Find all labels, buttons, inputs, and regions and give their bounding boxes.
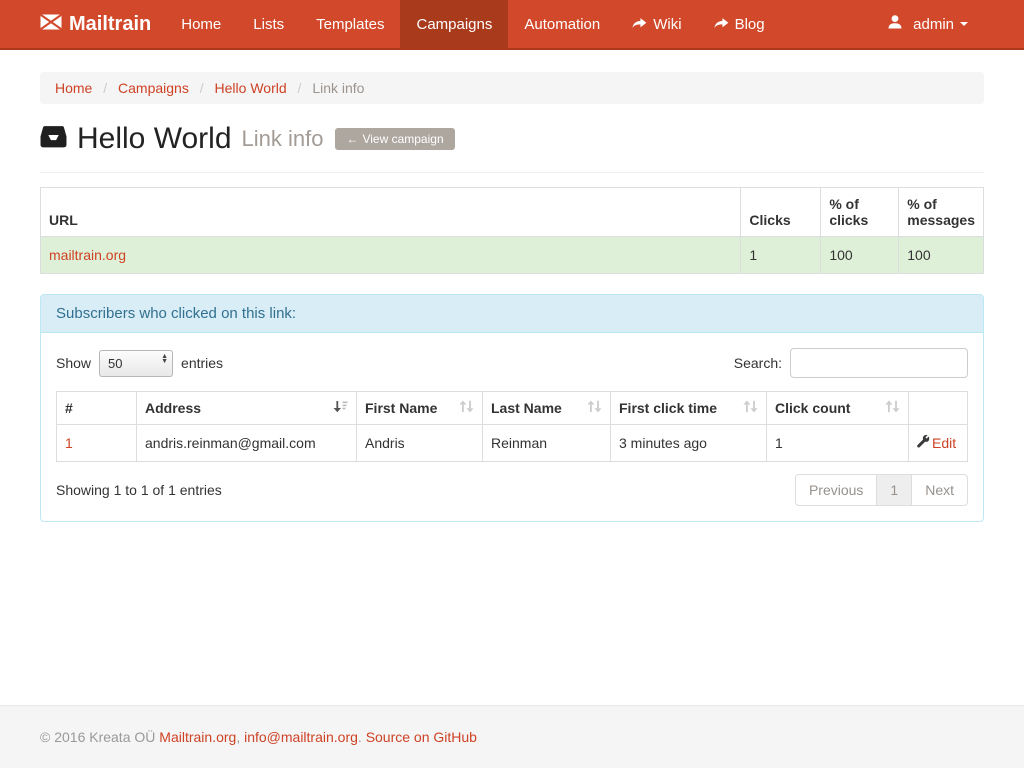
share-arrow-icon <box>714 16 735 33</box>
col-index[interactable]: # <box>57 392 137 425</box>
col-pct-messages: % of messages <box>899 188 984 237</box>
clicks-value: 1 <box>741 237 821 274</box>
nav-item-home[interactable]: Home <box>165 0 237 48</box>
sort-both-icon <box>743 400 758 416</box>
panel-title: Subscribers who clicked on this link: <box>41 295 983 333</box>
col-url: URL <box>41 188 741 237</box>
footer-separator: , <box>236 729 244 745</box>
user-menu[interactable]: admin <box>872 0 984 48</box>
pagination: Previous 1 Next <box>795 474 968 506</box>
page-size-select[interactable]: 50 <box>99 350 173 377</box>
row-last-name: Reinman <box>483 425 611 462</box>
breadcrumb-separator: / <box>291 80 309 96</box>
row-first-click-time: 3 minutes ago <box>611 425 767 462</box>
subscribers-panel: Subscribers who clicked on this link: Sh… <box>40 294 984 522</box>
subscriber-row: 1 andris.reinman@gmail.com Andris Reinma… <box>57 425 968 462</box>
breadcrumb-separator: / <box>193 80 211 96</box>
breadcrumb-separator: / <box>96 80 114 96</box>
subscribers-header-row: # Address <box>57 392 968 425</box>
url-stats-table: URL Clicks % of clicks % of messages mai… <box>40 187 984 274</box>
footer-site-link[interactable]: Mailtrain.org <box>159 729 236 745</box>
breadcrumb-home[interactable]: Home <box>55 80 92 96</box>
pct-clicks-value: 100 <box>821 237 899 274</box>
show-label: Show <box>56 355 91 371</box>
top-navbar: Mailtrain Home Lists Templates Campaigns… <box>0 0 1024 50</box>
url-table-header-row: URL Clicks % of clicks % of messages <box>41 188 984 237</box>
entries-label: entries <box>181 355 223 371</box>
pagination-page-1[interactable]: 1 <box>876 474 912 506</box>
table-summary: Showing 1 to 1 of 1 entries <box>56 474 222 498</box>
col-last-name[interactable]: Last Name <box>483 392 611 425</box>
brand-link[interactable]: Mailtrain <box>40 0 165 48</box>
row-address: andris.reinman@gmail.com <box>137 425 357 462</box>
footer-source-link[interactable]: Source on GitHub <box>366 729 477 745</box>
col-first-name[interactable]: First Name <box>357 392 483 425</box>
wrench-icon <box>917 435 932 451</box>
page-length-control: Show 50 ▲▼ entries <box>56 350 223 377</box>
page-footer: © 2016 Kreata OÜ Mailtrain.org, info@mai… <box>0 705 1024 768</box>
nav-item-wiki[interactable]: Wiki <box>616 0 697 48</box>
col-address[interactable]: Address <box>137 392 357 425</box>
search-label: Search: <box>734 355 782 371</box>
pagination-next[interactable]: Next <box>911 474 968 506</box>
breadcrumb: Home / Campaigns / Hello World / Link in… <box>40 72 984 104</box>
col-clicks: Clicks <box>741 188 821 237</box>
search-input[interactable] <box>790 348 968 378</box>
nav-item-lists[interactable]: Lists <box>237 0 300 48</box>
sort-both-icon <box>885 400 900 416</box>
footer-separator: . <box>358 729 366 745</box>
col-actions <box>909 392 968 425</box>
nav-item-blog[interactable]: Blog <box>698 0 781 48</box>
breadcrumb-current: Link info <box>312 80 364 96</box>
nav-item-automation[interactable]: Automation <box>508 0 616 48</box>
user-icon <box>888 15 908 33</box>
envelope-icon <box>40 13 69 36</box>
pagination-previous[interactable]: Previous <box>795 474 877 506</box>
view-campaign-button[interactable]: ←View campaign <box>335 128 454 150</box>
page-header: Hello World Link info ←View campaign <box>40 122 984 156</box>
sort-both-icon <box>459 400 474 416</box>
row-index: 1 <box>57 425 137 462</box>
page-title: Hello World Link info <box>40 122 323 156</box>
row-click-count: 1 <box>767 425 909 462</box>
col-click-count[interactable]: Click count <box>767 392 909 425</box>
col-pct-clicks: % of clicks <box>821 188 899 237</box>
page-subtitle: Link info <box>242 126 324 152</box>
divider <box>40 172 984 173</box>
subscribers-table: # Address <box>56 391 968 462</box>
share-arrow-icon <box>632 16 653 33</box>
nav-item-templates[interactable]: Templates <box>300 0 400 48</box>
url-link[interactable]: mailtrain.org <box>49 247 126 263</box>
footer-email-link[interactable]: info@mailtrain.org <box>244 729 358 745</box>
inbox-icon <box>40 122 77 156</box>
sort-asc-icon <box>333 400 348 416</box>
url-table-row: mailtrain.org 1 100 100 <box>41 237 984 274</box>
edit-subscriber-link[interactable]: Edit <box>917 435 956 451</box>
row-first-name: Andris <box>357 425 483 462</box>
breadcrumb-campaign-name[interactable]: Hello World <box>215 80 287 96</box>
sort-both-icon <box>587 400 602 416</box>
left-arrow-icon: ← <box>346 132 358 146</box>
chevron-down-icon <box>960 22 968 26</box>
content-spacer <box>0 522 1024 705</box>
breadcrumb-campaigns[interactable]: Campaigns <box>118 80 189 96</box>
nav-item-campaigns[interactable]: Campaigns <box>400 0 508 48</box>
copyright-text: © 2016 Kreata OÜ <box>40 729 159 745</box>
pct-messages-value: 100 <box>899 237 984 274</box>
brand-label: Mailtrain <box>69 13 151 36</box>
col-first-click-time[interactable]: First click time <box>611 392 767 425</box>
